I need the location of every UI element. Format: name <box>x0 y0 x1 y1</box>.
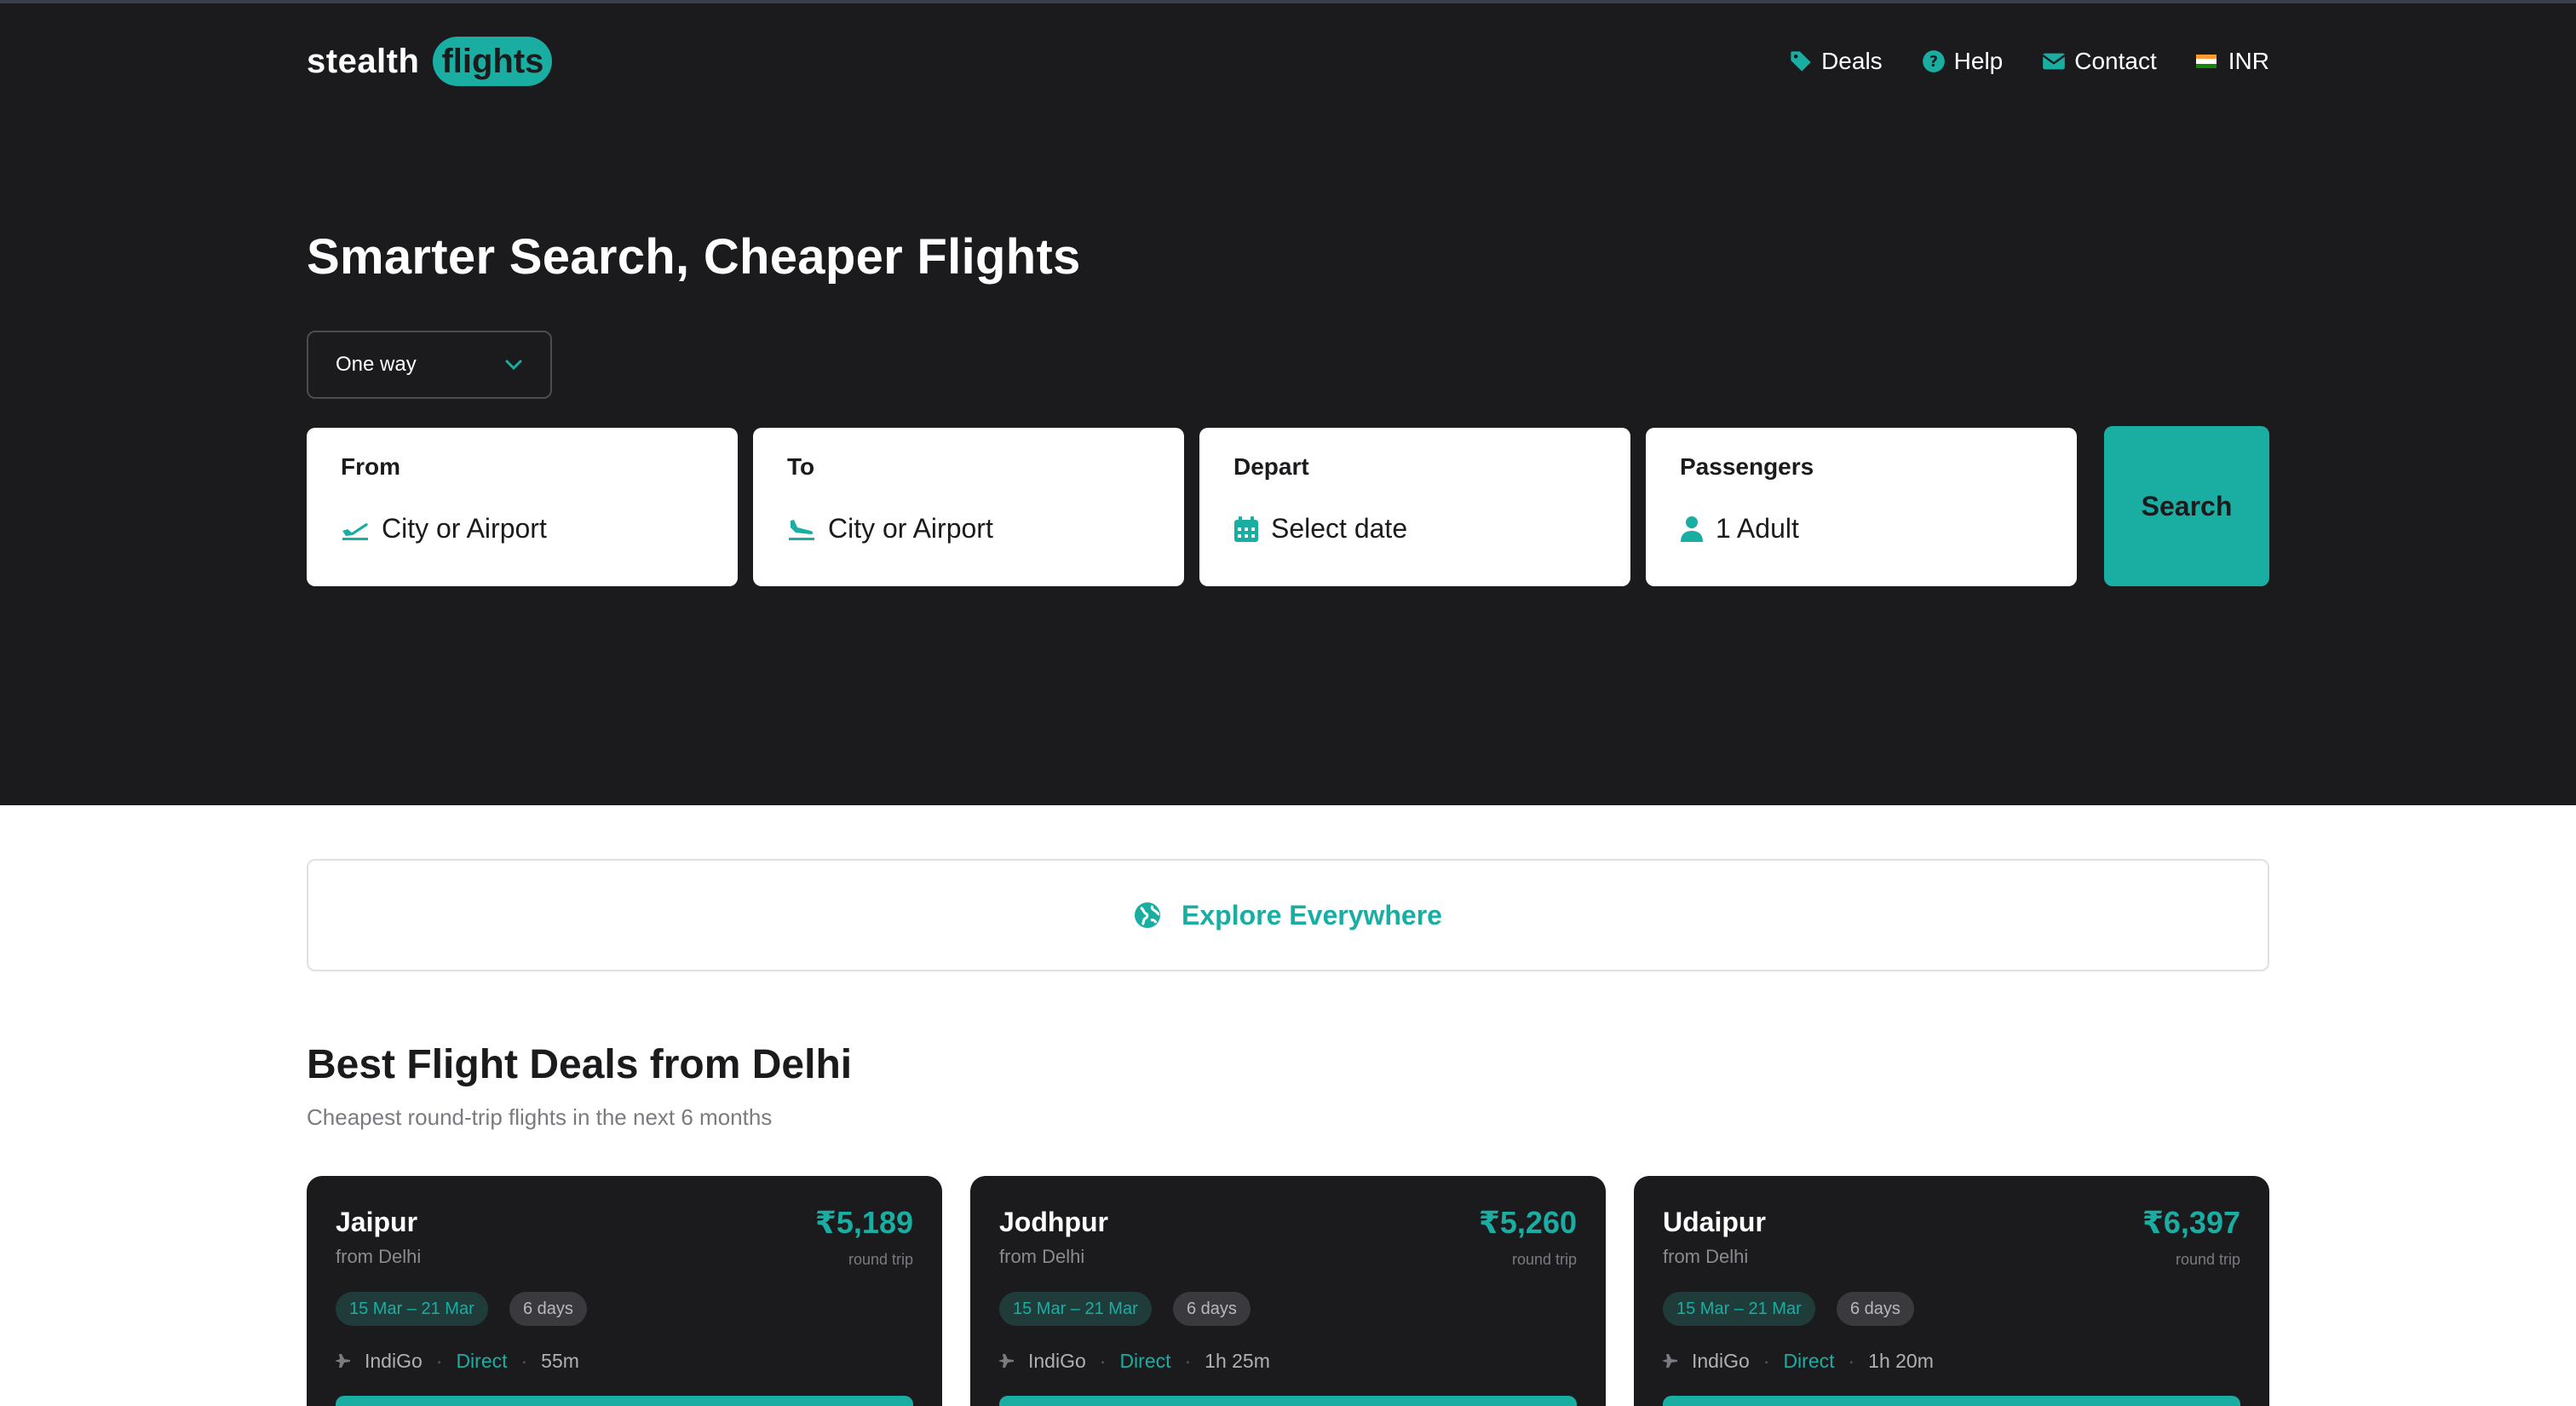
india-flag-icon <box>2195 55 2217 68</box>
logo[interactable]: stealth flights <box>307 34 553 89</box>
deal-price: ₹6,397 <box>2142 1205 2240 1240</box>
depart-label: Depart <box>1233 453 1309 480</box>
deals-subtitle: Cheapest round-trip flights in the next … <box>307 1104 773 1130</box>
top-nav: Deals ? Help Contact INR <box>1750 41 2269 82</box>
deal-card-jaipur[interactable]: Jaipur from Delhi ₹5,189 round trip 15 M… <box>307 1176 942 1406</box>
passengers-field[interactable]: Passengers 1 Adult <box>1646 428 2077 586</box>
deal-flight-time: 1h 25m <box>1205 1349 1270 1372</box>
nav-help-label: Help <box>1953 48 2004 74</box>
deal-book-button[interactable] <box>999 1396 1577 1406</box>
explore-label: Explore Everywhere <box>1182 899 1442 931</box>
hero-section <box>0 3 2576 805</box>
deal-stops: Direct <box>1783 1349 1835 1372</box>
nav-contact[interactable]: Contact <box>2042 48 2157 75</box>
deal-meta: IndiGo · Direct · 55m <box>334 1346 579 1375</box>
deal-duration-chip: 6 days <box>1837 1292 1914 1326</box>
deal-dates-chip: 15 Mar – 21 Mar <box>1663 1292 1815 1326</box>
deal-airline: IndiGo <box>365 1349 423 1372</box>
deal-dates-chip: 15 Mar – 21 Mar <box>999 1292 1152 1326</box>
separator-dot: · <box>520 1349 528 1372</box>
deal-price: ₹5,189 <box>814 1205 913 1240</box>
deal-meta: IndiGo · Direct · 1h 20m <box>1661 1346 1934 1375</box>
to-field[interactable]: To City or Airport <box>753 428 1184 586</box>
deal-stops: Direct <box>456 1349 508 1372</box>
deals-title: Best Flight Deals from Delhi <box>307 1042 853 1087</box>
deal-card-jodhpur[interactable]: Jodhpur from Delhi ₹5,260 round trip 15 … <box>970 1176 1606 1406</box>
separator-dot: · <box>435 1349 443 1372</box>
globe-icon <box>1135 902 1161 928</box>
nav-deals[interactable]: Deals <box>1789 48 1883 75</box>
chevron-down-icon <box>505 360 522 371</box>
deal-city: Jaipur <box>336 1207 418 1237</box>
deal-duration-chip: 6 days <box>1173 1292 1251 1326</box>
separator-dot: · <box>1184 1349 1192 1372</box>
depart-placeholder: Select date <box>1271 513 1408 544</box>
depart-field[interactable]: Depart Select date <box>1199 428 1630 586</box>
deal-flight-time: 55m <box>541 1349 579 1372</box>
deal-city: Udaipur <box>1663 1207 1766 1237</box>
to-value: City or Airport <box>787 513 993 545</box>
tag-icon <box>1791 51 1811 72</box>
calendar-icon <box>1234 516 1258 542</box>
deal-card-udaipur[interactable]: Udaipur from Delhi ₹6,397 round trip 15 … <box>1634 1176 2269 1406</box>
deal-origin: from Delhi <box>1663 1246 1749 1267</box>
deal-meta: IndiGo · Direct · 1h 25m <box>998 1346 1270 1375</box>
deal-stops: Direct <box>1119 1349 1171 1372</box>
deal-airline: IndiGo <box>1028 1349 1086 1372</box>
nav-help[interactable]: ? Help <box>1922 48 2004 75</box>
deal-book-button[interactable] <box>1663 1396 2240 1406</box>
deal-flight-time: 1h 20m <box>1868 1349 1934 1372</box>
nav-contact-label: Contact <box>2074 48 2157 74</box>
passengers-value: 1 Adult <box>1680 513 1799 545</box>
from-field[interactable]: From City or Airport <box>307 428 738 586</box>
deal-duration-chip: 6 days <box>509 1292 587 1326</box>
deal-price: ₹5,260 <box>1478 1205 1577 1240</box>
help-circle-icon: ? <box>1922 50 1945 72</box>
plane-arrival-icon <box>789 519 814 540</box>
from-value: City or Airport <box>341 513 547 545</box>
svg-text:?: ? <box>1929 54 1938 71</box>
depart-value: Select date <box>1233 513 1407 545</box>
logo-pill: flights <box>433 37 553 86</box>
page-title: Smarter Search, Cheaper Flights <box>307 229 1081 285</box>
trip-type-select[interactable]: One way <box>307 331 552 399</box>
logo-word: stealth <box>307 42 420 80</box>
user-icon <box>1681 516 1703 542</box>
to-label: To <box>787 453 815 480</box>
separator-dot: · <box>1762 1349 1770 1372</box>
to-placeholder: City or Airport <box>828 513 993 544</box>
from-placeholder: City or Airport <box>382 513 547 544</box>
mail-icon <box>2042 53 2066 70</box>
plane-icon <box>998 1354 1014 1368</box>
deal-trip-type: round trip <box>1511 1251 1577 1268</box>
plane-icon <box>1662 1354 1677 1368</box>
deal-origin: from Delhi <box>336 1246 422 1267</box>
plane-departure-icon <box>342 522 368 540</box>
deal-origin: from Delhi <box>999 1246 1085 1267</box>
deal-city: Jodhpur <box>999 1207 1108 1237</box>
nav-currency[interactable]: INR <box>2195 48 2269 75</box>
from-label: From <box>341 453 400 480</box>
separator-dot: · <box>1848 1349 1855 1372</box>
trip-type-value: One way <box>336 353 417 376</box>
nav-deals-label: Deals <box>1821 48 1883 74</box>
deal-airline: IndiGo <box>1692 1349 1750 1372</box>
deal-trip-type: round trip <box>848 1251 913 1268</box>
separator-dot: · <box>1099 1349 1107 1372</box>
deal-trip-type: round trip <box>2175 1251 2240 1268</box>
search-button[interactable]: Search <box>2104 426 2269 586</box>
deal-book-button[interactable] <box>336 1396 913 1406</box>
nav-currency-label: INR <box>2228 48 2269 74</box>
plane-icon <box>335 1354 350 1368</box>
passengers-label: Passengers <box>1680 453 1814 480</box>
passengers-count: 1 Adult <box>1716 513 1799 544</box>
deal-dates-chip: 15 Mar – 21 Mar <box>336 1292 488 1326</box>
explore-everywhere-button[interactable]: Explore Everywhere <box>307 859 2269 971</box>
